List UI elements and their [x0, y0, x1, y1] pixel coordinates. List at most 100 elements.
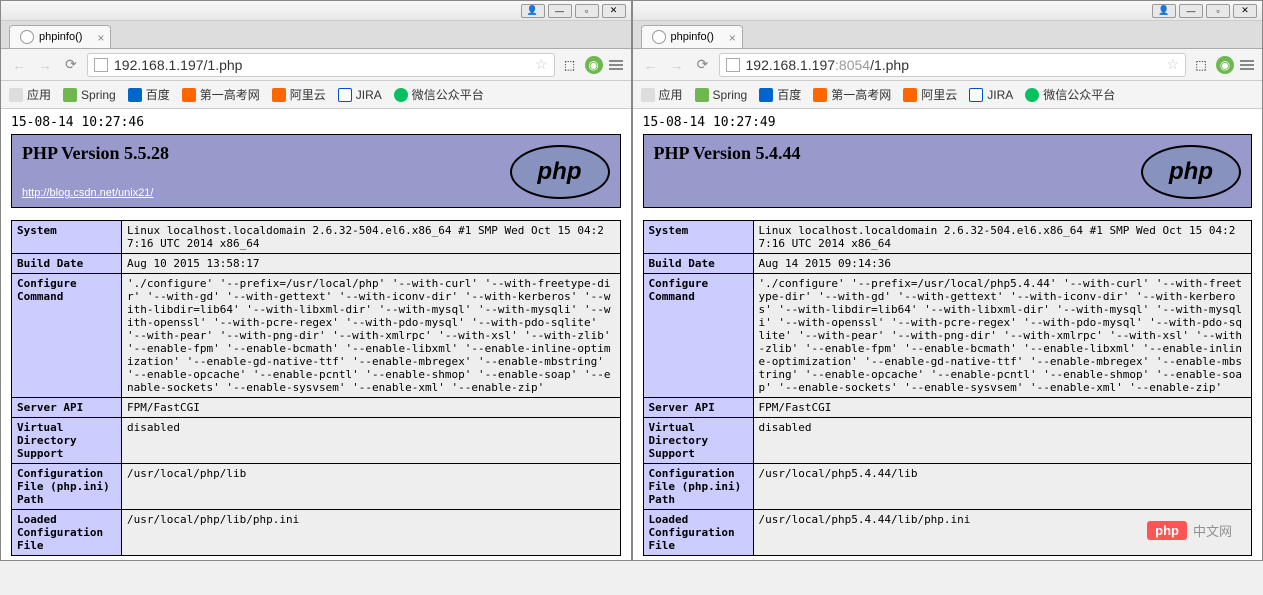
maximize-button[interactable]: ▫ [575, 4, 599, 18]
gaokao-icon [813, 88, 827, 102]
phpinfo-header: PHP Version 5.4.44 php [643, 134, 1253, 208]
bookmark-jira[interactable]: JIRA [969, 88, 1013, 102]
minimize-button[interactable]: — [1179, 4, 1203, 18]
bookmark-baidu[interactable]: 百度 [759, 86, 801, 103]
table-row: Server APIFPM/FastCGI [12, 398, 621, 418]
bookmark-star-icon[interactable]: ☆ [1166, 56, 1179, 73]
spring-icon [695, 88, 709, 102]
tab-close-icon[interactable]: × [729, 31, 736, 45]
forward-button[interactable]: → [667, 55, 687, 75]
table-row: Virtual Directory Supportdisabled [643, 418, 1252, 464]
table-row: Configuration File (php.ini) Path/usr/lo… [643, 464, 1252, 510]
tab-bar: phpinfo() × [1, 21, 631, 49]
php-logo: php [510, 145, 610, 199]
page-content: 15-08-14 10:27:49 PHP Version 5.4.44 php… [633, 109, 1263, 560]
table-row: SystemLinux localhost.localdomain 2.6.32… [643, 221, 1252, 254]
browser-tab[interactable]: phpinfo() × [641, 25, 743, 48]
reload-button[interactable]: ⟳ [61, 55, 81, 75]
bookmark-baidu[interactable]: 百度 [128, 86, 170, 103]
watermark-logo: php [1147, 521, 1187, 540]
url-bar: ← → ⟳ 192.168.1.197/1.php ☆ ⬚ ◉ [1, 49, 631, 81]
baidu-icon [128, 88, 142, 102]
browser-tab[interactable]: phpinfo() × [9, 25, 111, 48]
titlebar: 👤 — ▫ ✕ [1, 1, 631, 21]
spring-icon [63, 88, 77, 102]
url-input[interactable]: 192.168.1.197:8054/1.php ☆ [719, 53, 1187, 77]
apps-icon [641, 88, 655, 102]
tab-title: phpinfo() [39, 31, 82, 43]
bookmarks-bar: 应用 Spring 百度 第一高考网 阿里云 JIRA 微信公众平台 [633, 81, 1263, 109]
close-button[interactable]: ✕ [1233, 4, 1257, 18]
timestamp: 15-08-14 10:27:46 [11, 113, 621, 132]
watermark-text: 中文网 [1193, 521, 1232, 540]
php-logo: php [1141, 145, 1241, 199]
user-icon[interactable]: 👤 [521, 4, 545, 18]
bookmark-aliyun[interactable]: 阿里云 [903, 86, 957, 103]
weixin-icon [1025, 88, 1039, 102]
blog-link[interactable]: http://blog.csdn.net/unix21/ [22, 187, 153, 199]
browser-window-right: 👤 — ▫ ✕ phpinfo() × ← → ⟳ 192.168.1.197:… [632, 0, 1263, 561]
bookmark-gaokao[interactable]: 第一高考网 [182, 86, 260, 103]
table-row: Virtual Directory Supportdisabled [12, 418, 621, 464]
table-row: Build DateAug 14 2015 09:14:36 [643, 254, 1252, 274]
forward-button[interactable]: → [35, 55, 55, 75]
url-text: 192.168.1.197:8054/1.php [746, 57, 1163, 73]
table-row: Loaded Configuration File/usr/local/php/… [12, 510, 621, 556]
translate-icon[interactable]: ⬚ [1192, 56, 1210, 74]
back-button[interactable]: ← [9, 55, 29, 75]
watermark: php 中文网 [1147, 521, 1232, 540]
bookmark-weixin[interactable]: 微信公众平台 [1025, 86, 1115, 103]
tab-bar: phpinfo() × [633, 21, 1263, 49]
bookmark-aliyun[interactable]: 阿里云 [272, 86, 326, 103]
table-row: Configuration File (php.ini) Path/usr/lo… [12, 464, 621, 510]
url-bar: ← → ⟳ 192.168.1.197:8054/1.php ☆ ⬚ ◉ [633, 49, 1263, 81]
baidu-icon [759, 88, 773, 102]
phpinfo-header: PHP Version 5.5.28 http://blog.csdn.net/… [11, 134, 621, 208]
phpinfo-table: SystemLinux localhost.localdomain 2.6.32… [643, 220, 1253, 556]
menu-icon[interactable] [609, 60, 623, 70]
translate-icon[interactable]: ⬚ [561, 56, 579, 74]
page-content: 15-08-14 10:27:46 PHP Version 5.5.28 htt… [1, 109, 631, 560]
url-input[interactable]: 192.168.1.197/1.php ☆ [87, 53, 555, 77]
table-row: Build DateAug 10 2015 13:58:17 [12, 254, 621, 274]
table-row: Configure Command'./configure' '--prefix… [643, 274, 1252, 398]
timestamp: 15-08-14 10:27:49 [643, 113, 1253, 132]
tab-close-icon[interactable]: × [97, 31, 104, 45]
file-icon [726, 58, 740, 72]
apps-icon [9, 88, 23, 102]
reload-button[interactable]: ⟳ [693, 55, 713, 75]
table-row: SystemLinux localhost.localdomain 2.6.32… [12, 221, 621, 254]
bookmark-spring[interactable]: Spring [63, 88, 116, 102]
titlebar: 👤 — ▫ ✕ [633, 1, 1263, 21]
bookmarks-bar: 应用 Spring 百度 第一高考网 阿里云 JIRA 微信公众平台 [1, 81, 631, 109]
maximize-button[interactable]: ▫ [1206, 4, 1230, 18]
table-row: Configure Command'./configure' '--prefix… [12, 274, 621, 398]
table-row: Server APIFPM/FastCGI [643, 398, 1252, 418]
gaokao-icon [182, 88, 196, 102]
aliyun-icon [272, 88, 286, 102]
page-icon [652, 30, 666, 44]
tab-title: phpinfo() [671, 31, 714, 43]
phpinfo-table: SystemLinux localhost.localdomain 2.6.32… [11, 220, 621, 556]
file-icon [94, 58, 108, 72]
aliyun-icon [903, 88, 917, 102]
close-button[interactable]: ✕ [602, 4, 626, 18]
back-button[interactable]: ← [641, 55, 661, 75]
globe-icon[interactable]: ◉ [585, 56, 603, 74]
globe-icon[interactable]: ◉ [1216, 56, 1234, 74]
bookmark-apps[interactable]: 应用 [9, 86, 51, 103]
weixin-icon [394, 88, 408, 102]
minimize-button[interactable]: — [548, 4, 572, 18]
bookmark-gaokao[interactable]: 第一高考网 [813, 86, 891, 103]
browser-window-left: 👤 — ▫ ✕ phpinfo() × ← → ⟳ 192.168.1.197/… [0, 0, 632, 561]
page-icon [20, 30, 34, 44]
url-text: 192.168.1.197/1.php [114, 57, 531, 73]
bookmark-star-icon[interactable]: ☆ [535, 56, 548, 73]
jira-icon [338, 88, 352, 102]
bookmark-apps[interactable]: 应用 [641, 86, 683, 103]
user-icon[interactable]: 👤 [1152, 4, 1176, 18]
menu-icon[interactable] [1240, 60, 1254, 70]
bookmark-spring[interactable]: Spring [695, 88, 748, 102]
bookmark-weixin[interactable]: 微信公众平台 [394, 86, 484, 103]
bookmark-jira[interactable]: JIRA [338, 88, 382, 102]
